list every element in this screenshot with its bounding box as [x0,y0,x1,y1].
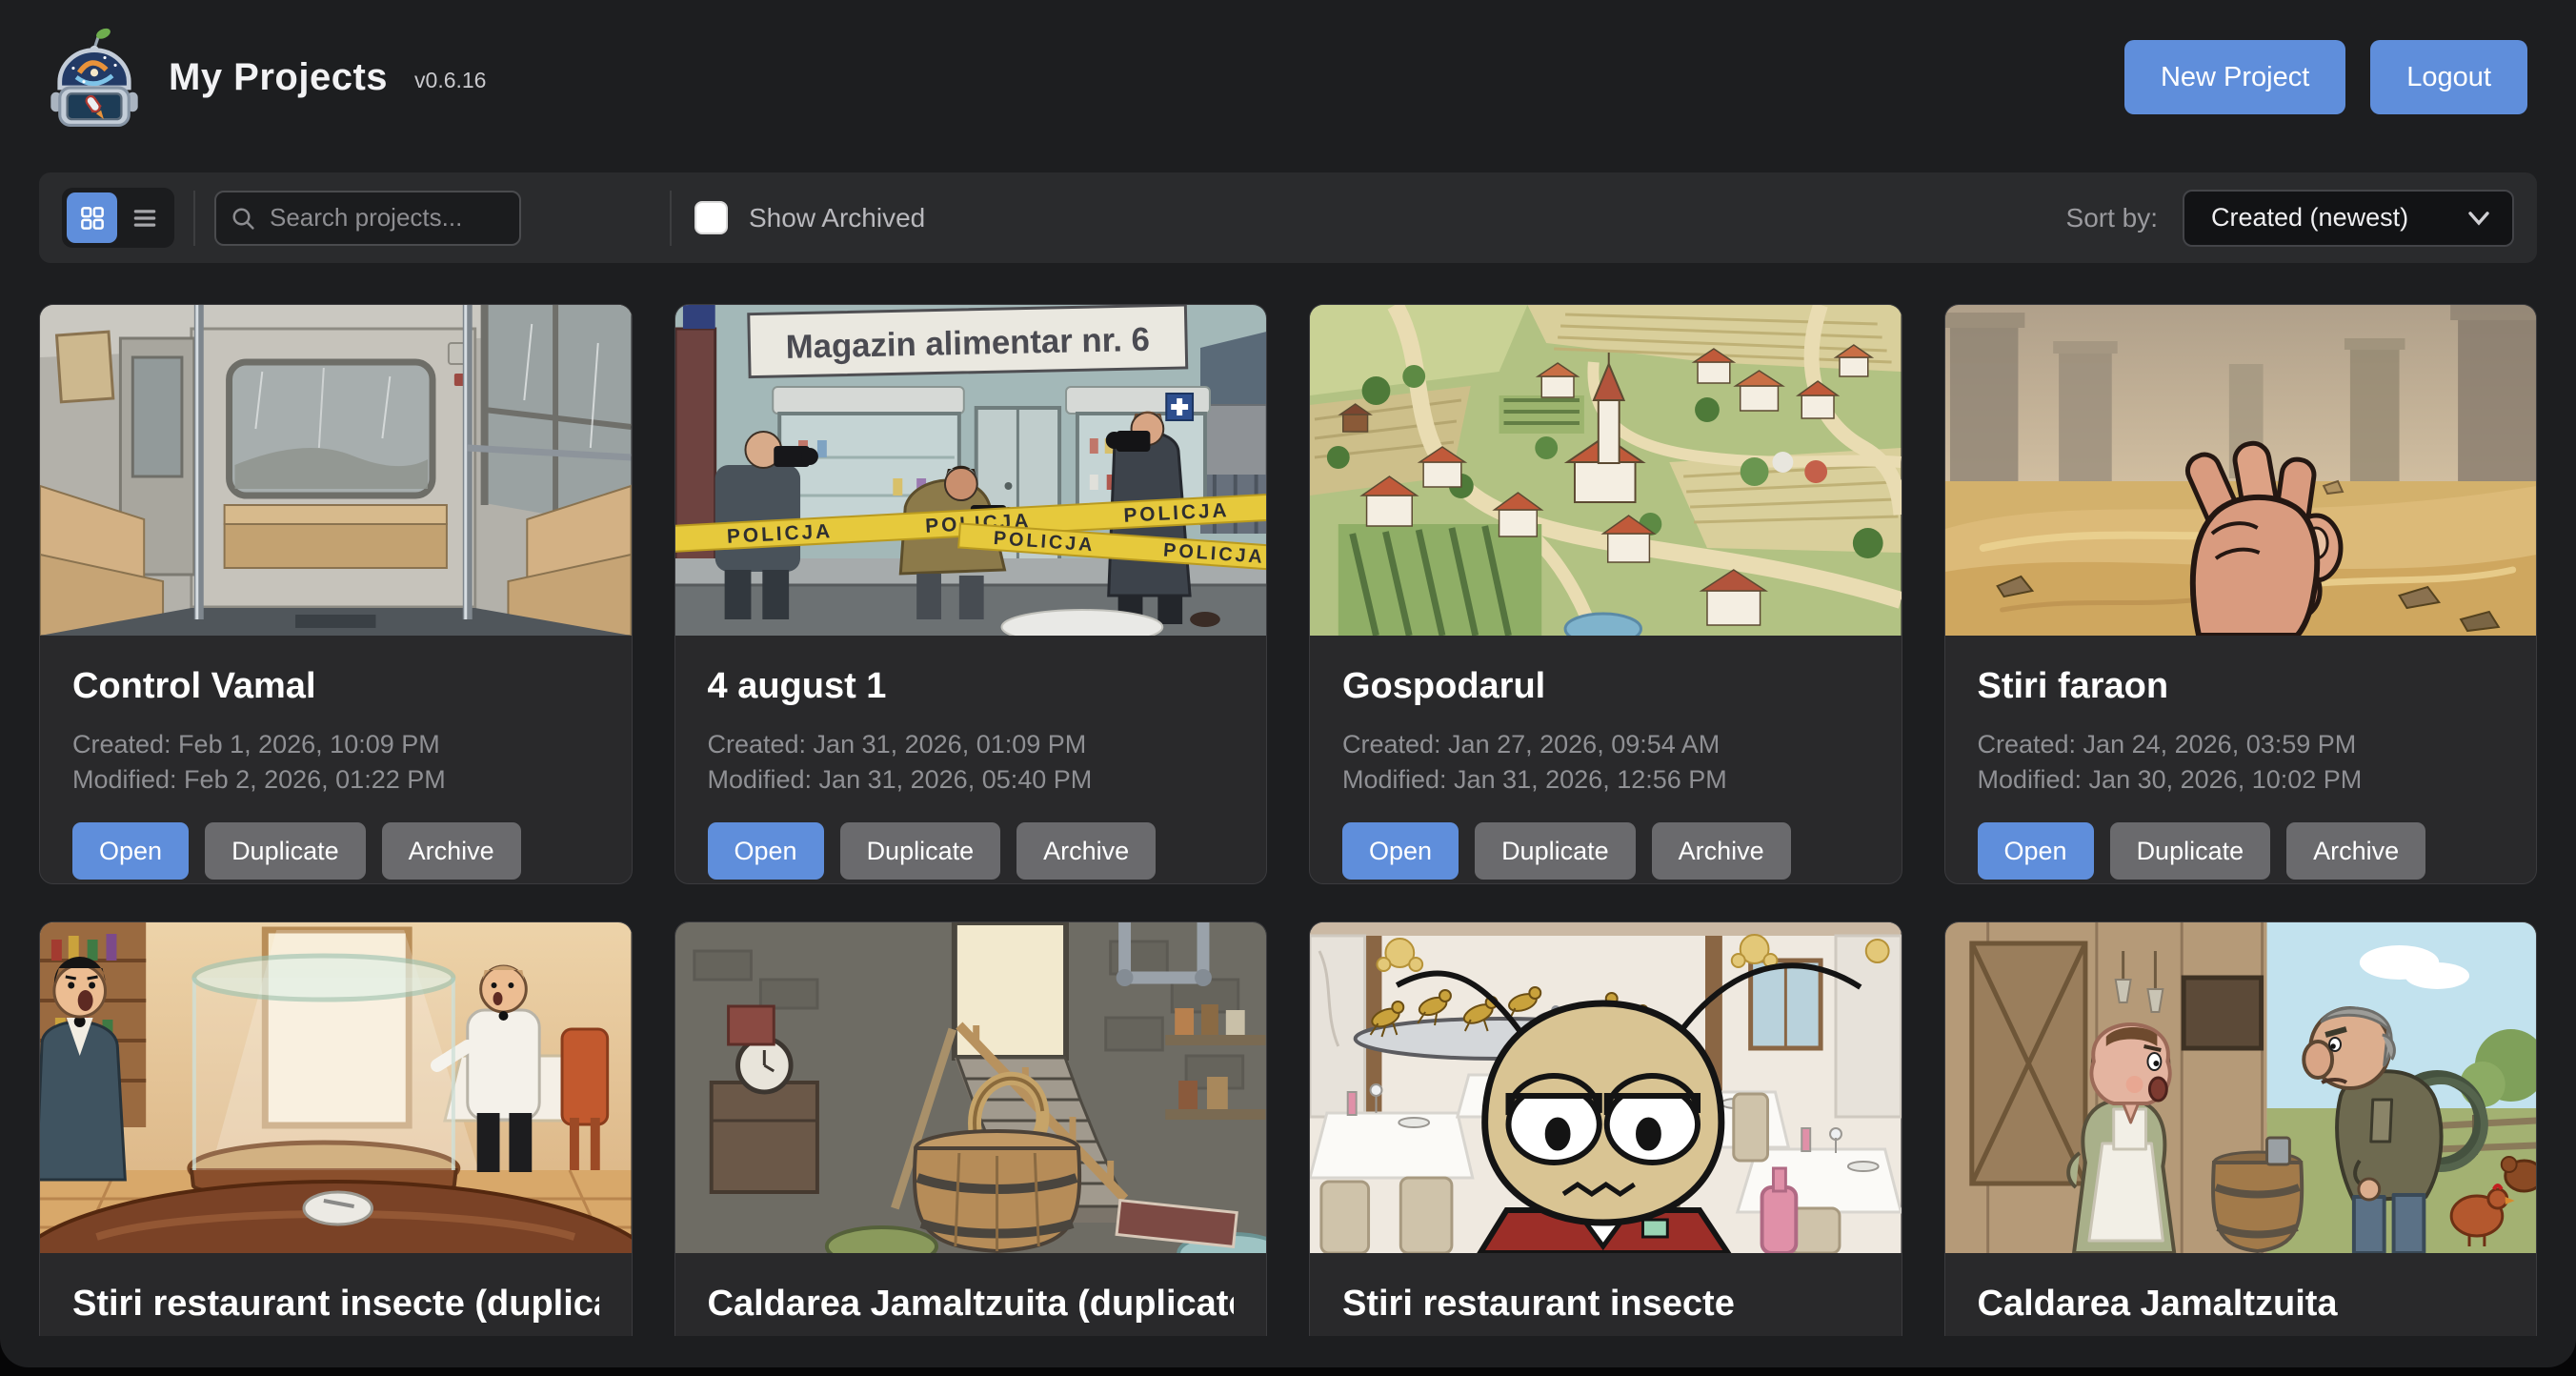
sort-select-value: Created (newest) [2211,203,2466,233]
sort-select[interactable]: Created (newest) [2183,190,2514,247]
toolbar: Show Archived Sort by: Created (newest) [39,172,2537,263]
list-icon [130,204,160,233]
show-archived-label: Show Archived [749,203,925,233]
project-card: Control Vamal Created: Feb 1, 2026, 10:0… [39,304,633,884]
thumbnail-art-insect-restaurant [1310,922,1902,1253]
page-title: My Projects [169,56,388,99]
project-actions: Open Duplicate Archive [1342,822,1869,880]
project-modified: Modified: Jan 31, 2026, 05:40 PM [708,762,1235,798]
project-card: Caldarea Jamaltzuita Open Duplicate Arch… [1944,921,2538,1336]
search-icon [230,205,258,233]
duplicate-button[interactable]: Duplicate [1475,822,1636,880]
list-view-button[interactable] [119,192,170,243]
thumbnail-art-train [40,305,632,636]
project-card-body: Stiri restaurant insecte (duplicate) Ope… [40,1253,632,1336]
project-grid: Control Vamal Created: Feb 1, 2026, 10:0… [39,304,2537,1336]
app-window: My Projects v0.6.16 New Project Logout [0,0,2576,1367]
store-sign-text: Magazin alimentar nr. 6 [785,321,1150,366]
project-thumbnail[interactable] [1310,922,1902,1253]
app-version: v0.6.16 [414,68,486,93]
project-title: Control Vamal [72,664,599,708]
thumbnail-art-restaurant-dome [40,922,632,1253]
chevron-down-icon [2466,210,2491,227]
project-card-body: Control Vamal Created: Feb 1, 2026, 10:0… [40,636,632,880]
search-input[interactable] [214,191,521,246]
view-toggle [62,188,174,248]
project-card: Caldarea Jamaltzuita (duplicate) Open Du… [674,921,1268,1336]
thumbnail-art-desert-hand [1945,305,2537,636]
project-thumbnail[interactable] [1945,305,2537,636]
toolbar-divider [193,191,195,246]
grid-view-button[interactable] [67,192,117,243]
project-card: Stiri faraon Created: Jan 24, 2026, 03:5… [1944,304,2538,884]
show-archived-control: Show Archived [694,201,925,234]
project-card-body: Stiri restaurant insecte Open Duplicate … [1310,1253,1902,1336]
project-actions: Open Duplicate Archive [708,822,1235,880]
search-box [214,191,521,246]
project-title: Caldarea Jamaltzuita [1978,1282,2505,1325]
project-actions: Open Duplicate Archive [1978,822,2505,880]
project-thumbnail[interactable] [1310,305,1902,636]
page-viewport: My Projects v0.6.16 New Project Logout [0,0,2576,1336]
archive-button[interactable]: Archive [382,822,521,880]
project-title: Stiri restaurant insecte (duplicate) [72,1282,599,1325]
archive-button[interactable]: Archive [1652,822,1791,880]
new-project-button[interactable]: New Project [2124,40,2345,114]
sort-area: Sort by: Created (newest) [2066,190,2514,247]
project-modified: Modified: Jan 31, 2026, 12:56 PM [1342,762,1869,798]
project-card-body: 4 august 1 Created: Jan 31, 2026, 01:09 … [675,636,1267,880]
grid-icon [78,204,107,233]
sort-by-label: Sort by: [2066,203,2158,233]
project-created: Created: Jan 31, 2026, 01:09 PM [708,727,1235,762]
project-title: Caldarea Jamaltzuita (duplicate) [708,1282,1235,1325]
thumbnail-art-farm-argument [1945,922,2537,1253]
open-button[interactable]: Open [1978,822,2094,880]
project-created: Created: Jan 24, 2026, 03:59 PM [1978,727,2505,762]
project-thumbnail[interactable] [675,922,1267,1253]
project-thumbnail[interactable] [40,305,632,636]
thumbnail-art-crime-scene: Magazin alimentar nr. 6 [675,305,1267,636]
project-modified: Modified: Jan 30, 2026, 10:02 PM [1978,762,2505,798]
project-thumbnail[interactable]: Magazin alimentar nr. 6 [675,305,1267,636]
project-card-body: Caldarea Jamaltzuita (duplicate) Open Du… [675,1253,1267,1336]
project-created: Created: Jan 27, 2026, 09:54 AM [1342,727,1869,762]
project-card-body: Stiri faraon Created: Jan 24, 2026, 03:5… [1945,636,2537,880]
duplicate-button[interactable]: Duplicate [2110,822,2271,880]
thumbnail-art-village [1310,305,1902,636]
project-created: Created: Feb 1, 2026, 10:09 PM [72,727,599,762]
robot-rocket-logo-icon [49,28,140,127]
project-thumbnail[interactable] [1945,922,2537,1253]
project-card: Stiri restaurant insecte (duplicate) Ope… [39,921,633,1336]
project-card: Gospodarul Created: Jan 27, 2026, 09:54 … [1309,304,1902,884]
thumbnail-art-basement [675,922,1267,1253]
toolbar-divider [670,191,672,246]
duplicate-button[interactable]: Duplicate [840,822,1001,880]
project-modified: Modified: Feb 2, 2026, 01:22 PM [72,762,599,798]
project-card: Stiri restaurant insecte Open Duplicate … [1309,921,1902,1336]
duplicate-button[interactable]: Duplicate [205,822,366,880]
archive-button[interactable]: Archive [2286,822,2425,880]
logout-button[interactable]: Logout [2370,40,2527,114]
project-actions: Open Duplicate Archive [72,822,599,880]
project-title: Gospodarul [1342,664,1869,708]
app-header: My Projects v0.6.16 New Project Logout [39,25,2537,130]
project-title: 4 august 1 [708,664,1235,708]
open-button[interactable]: Open [1342,822,1459,880]
project-card: Magazin alimentar nr. 6 [674,304,1268,884]
project-card-body: Caldarea Jamaltzuita Open Duplicate Arch… [1945,1253,2537,1336]
open-button[interactable]: Open [72,822,189,880]
project-thumbnail[interactable] [40,922,632,1253]
archive-button[interactable]: Archive [1016,822,1156,880]
open-button[interactable]: Open [708,822,824,880]
show-archived-checkbox[interactable] [694,201,728,234]
project-title: Stiri faraon [1978,664,2505,708]
project-card-body: Gospodarul Created: Jan 27, 2026, 09:54 … [1310,636,1902,880]
project-title: Stiri restaurant insecte [1342,1282,1869,1325]
header-actions: New Project Logout [2124,40,2527,114]
